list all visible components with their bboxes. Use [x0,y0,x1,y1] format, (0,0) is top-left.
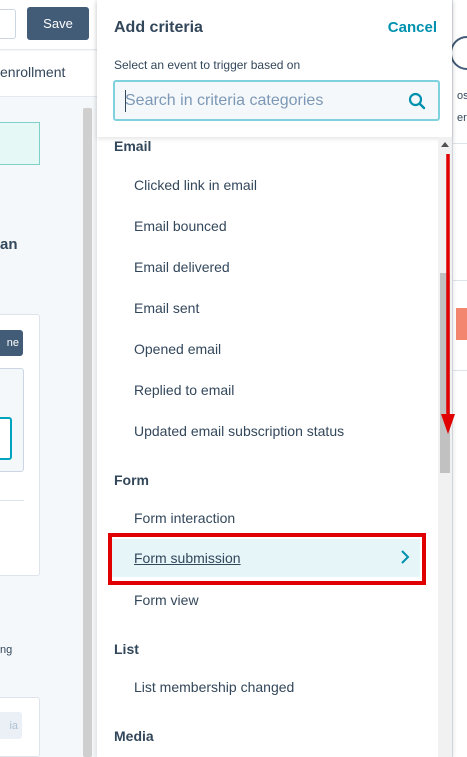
background-button-stub[interactable] [0,9,16,39]
list-item-email-bounced[interactable]: Email bounced [134,218,227,234]
enrollment-tab-label[interactable]: enrollment [0,64,65,80]
background-right-text: os [457,90,467,102]
group-heading-form: Form [114,472,149,488]
group-heading-media: Media [114,728,154,744]
list-item-clicked-link-in-email[interactable]: Clicked link in email [134,177,257,193]
group-heading-email: Email [114,138,152,154]
list-item-email-delivered[interactable]: Email delivered [134,259,230,275]
list-item-updated-email-subscription-status[interactable]: Updated email subscription status [134,423,344,439]
background-page: Save enrollment an ne ng ia [0,0,97,757]
search-field[interactable] [113,80,440,121]
scroll-down-arrow-annotation-icon [441,154,455,434]
search-input[interactable] [125,90,395,112]
panel-title: Add criteria [114,19,203,36]
background-inner-field[interactable] [0,417,12,460]
panel-header: Add criteria Cancel Select an event to t… [97,0,452,137]
list-item-opened-email[interactable]: Opened email [134,341,221,357]
background-scrollbar-thumb[interactable] [83,108,92,757]
background-heading-fragment: an [0,236,18,253]
background-right-divider [452,143,467,144]
list-item-form-interaction[interactable]: Form interaction [134,510,235,526]
background-right-text-2: ers [457,112,467,124]
group-heading-list: List [114,641,139,657]
text-cursor [125,90,126,112]
criteria-list: Email Clicked link in email Email bounce… [97,137,437,757]
scroll-up-arrow-icon[interactable] [441,142,449,147]
list-item-form-view[interactable]: Form view [134,592,199,608]
highlight-annotation-box [108,533,426,585]
background-divider [0,500,24,501]
add-criteria-panel: Add criteria Cancel Select an event to t… [97,0,452,757]
background-teal-box [0,122,40,165]
search-icon[interactable] [408,92,426,110]
background-button[interactable]: ne [0,330,23,356]
panel-subtitle: Select an event to trigger based on [114,58,301,72]
save-button[interactable]: Save [27,7,89,40]
background-text-fragment: ng [0,644,13,656]
list-item-email-sent[interactable]: Email sent [134,300,199,316]
cancel-button[interactable]: Cancel [388,19,437,36]
background-disabled-button: ia [0,712,22,739]
list-item-replied-to-email[interactable]: Replied to email [134,382,234,398]
list-item-list-membership-changed[interactable]: List membership changed [134,679,294,695]
